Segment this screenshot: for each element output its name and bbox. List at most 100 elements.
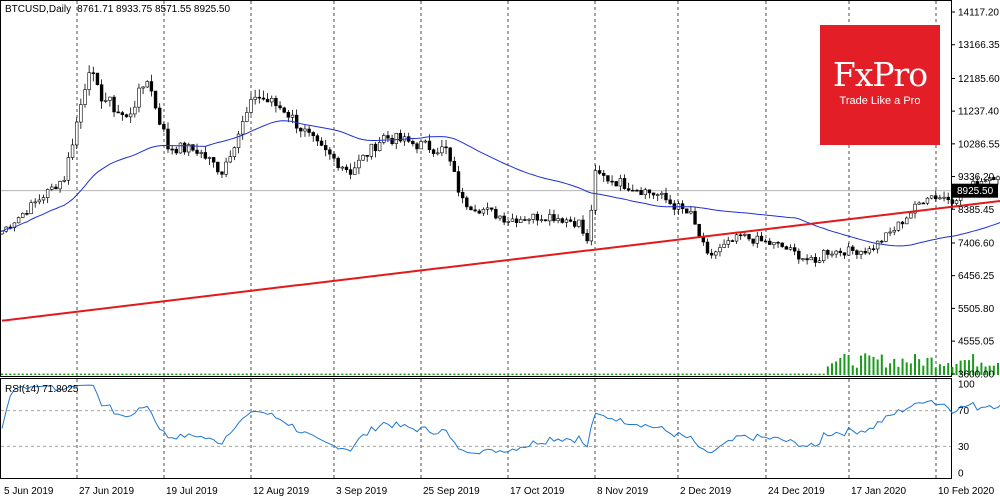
candle-body <box>568 219 573 222</box>
candle-body <box>328 149 332 155</box>
candle-body <box>830 253 834 256</box>
candle-body <box>643 189 647 196</box>
volume-bar <box>266 373 269 375</box>
volume-bar <box>287 373 290 375</box>
candle-body <box>543 219 548 222</box>
x-tick-label: 17 Oct 2019 <box>510 486 565 497</box>
candle-body <box>91 72 96 75</box>
volume-bar <box>739 373 742 375</box>
candle-body <box>436 152 440 155</box>
candle-body <box>145 81 149 88</box>
candle-body <box>344 166 349 170</box>
candle-body <box>564 219 569 223</box>
candle-body <box>597 170 602 174</box>
volume-bar <box>167 373 169 375</box>
volume-bar <box>341 373 344 375</box>
candle-body <box>448 147 452 162</box>
candle-body <box>232 147 237 157</box>
volume-bar <box>528 373 531 375</box>
candle-body <box>282 107 286 113</box>
candle-body <box>452 160 457 172</box>
volume-bar <box>801 373 804 375</box>
volume-bar <box>1 373 3 375</box>
candle-body <box>108 96 112 101</box>
volume-bar <box>125 373 128 375</box>
candle-body <box>427 140 432 151</box>
candle-body <box>801 258 805 260</box>
volume-bar <box>146 373 149 375</box>
volume-bar <box>316 373 319 375</box>
candle-body <box>444 146 448 149</box>
x-tick-label: 24 Dec 2019 <box>768 486 825 497</box>
candle-body <box>128 113 133 118</box>
volume-bar <box>378 373 381 375</box>
volume-bar <box>511 373 514 375</box>
price-tick-label: 14117.20 <box>958 8 999 19</box>
volume-bar <box>494 373 497 375</box>
volume-bar <box>13 373 16 375</box>
candle-body <box>577 219 581 227</box>
candle-body <box>170 148 174 151</box>
candle-body <box>465 197 469 208</box>
volume-bar <box>237 373 240 375</box>
price-tick-label: 8385.45 <box>958 205 995 216</box>
x-tick-label: 27 Jun 2019 <box>79 486 134 497</box>
volume-bar <box>627 373 630 375</box>
volume-bar <box>465 373 468 375</box>
candle-body <box>216 161 220 173</box>
candle-body <box>510 218 515 222</box>
volume-bar <box>835 361 838 375</box>
volume-bar <box>669 373 672 375</box>
volume-bar <box>677 373 680 375</box>
volume-bar <box>42 373 45 375</box>
volume-bar <box>582 373 584 375</box>
volume-bar <box>855 367 858 375</box>
logo-tagline: Trade Like a Pro <box>839 95 921 107</box>
volume-bar <box>9 373 12 375</box>
candle-body <box>485 207 490 210</box>
volume-bar <box>777 373 780 375</box>
volume-bar <box>619 373 622 375</box>
candle-body <box>693 211 697 225</box>
volume-bar <box>640 373 643 375</box>
candle-body <box>614 181 618 187</box>
rsi-tick-label: 30 <box>958 442 970 453</box>
volume-bar <box>698 373 701 375</box>
volume-bar <box>710 373 713 375</box>
volume-bar <box>382 373 385 375</box>
candle-body <box>473 209 477 212</box>
volume-bar <box>191 373 194 375</box>
volume-bar <box>909 363 912 375</box>
candle-body <box>303 128 307 132</box>
volume-bar <box>503 373 506 375</box>
candle-body <box>265 98 270 103</box>
candle-body <box>382 135 386 143</box>
volume-bar <box>880 354 883 375</box>
volume-bar <box>665 373 667 375</box>
volume-bar <box>370 373 373 375</box>
candle-body <box>79 104 83 123</box>
volume-bar <box>490 373 493 375</box>
candle-body <box>83 89 87 105</box>
volume-bar <box>652 373 655 375</box>
candle-body <box>602 172 606 176</box>
volume-bar <box>432 373 435 375</box>
volume-bar <box>54 373 57 375</box>
volume-bar <box>515 373 518 375</box>
candle-body <box>158 107 162 125</box>
candle-body <box>323 145 328 151</box>
price-tick-label: 9336.20 <box>958 172 995 183</box>
volume-bar <box>440 373 443 375</box>
volume-bar <box>839 358 842 375</box>
candle-body <box>469 206 473 211</box>
volume-bar <box>416 373 418 375</box>
volume-bar <box>420 373 423 375</box>
candle-body <box>718 247 722 253</box>
candle-body <box>307 128 311 133</box>
candle-body <box>805 258 809 261</box>
candle-body <box>647 189 652 194</box>
volume-bar <box>104 373 107 375</box>
candle-body <box>290 114 295 118</box>
candle-body <box>519 219 523 223</box>
volume-bar <box>92 373 95 375</box>
